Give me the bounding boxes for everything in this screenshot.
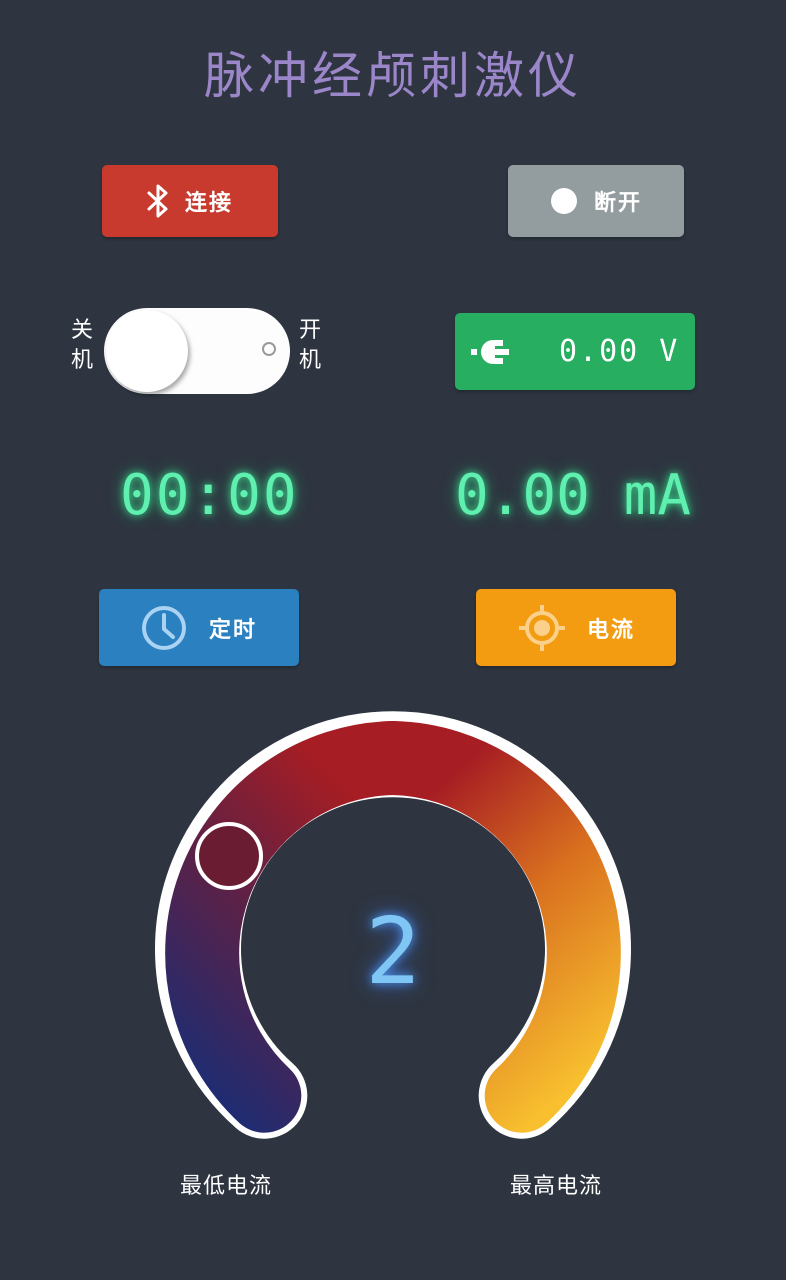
- gauge-min-label: 最低电流: [180, 1174, 273, 1199]
- gauge-handle[interactable]: [195, 822, 263, 890]
- timer-readout: 00:00: [120, 463, 299, 528]
- voltage-display: 0.00 V: [455, 313, 695, 390]
- power-off-label: 关机: [70, 318, 93, 373]
- power-on-label: 开机: [298, 318, 321, 373]
- timer-button[interactable]: 定时: [99, 589, 299, 666]
- current-readout: 0.00 mA: [455, 463, 692, 528]
- current-button[interactable]: 电流: [476, 589, 676, 666]
- timer-label: 定时: [208, 617, 257, 643]
- connect-button[interactable]: 连接: [102, 165, 278, 237]
- connect-label: 连接: [184, 191, 233, 216]
- current-label: 电流: [586, 617, 635, 643]
- clock-icon: [141, 605, 187, 651]
- page-title: 脉冲经颅刺激仪: [204, 47, 582, 105]
- dot-icon: [550, 187, 578, 215]
- target-icon: [517, 603, 567, 653]
- gauge-max-label: 最高电流: [510, 1174, 603, 1199]
- bluetooth-icon: [147, 184, 169, 218]
- voltage-value: 0.00 V: [559, 334, 680, 369]
- disconnect-button[interactable]: 断开: [508, 165, 684, 237]
- gauge-value: 2: [365, 898, 421, 1005]
- plug-icon: [471, 337, 511, 367]
- disconnect-label: 断开: [593, 191, 642, 216]
- toggle-off-indicator-icon: [262, 342, 276, 356]
- power-toggle-knob[interactable]: [106, 310, 188, 392]
